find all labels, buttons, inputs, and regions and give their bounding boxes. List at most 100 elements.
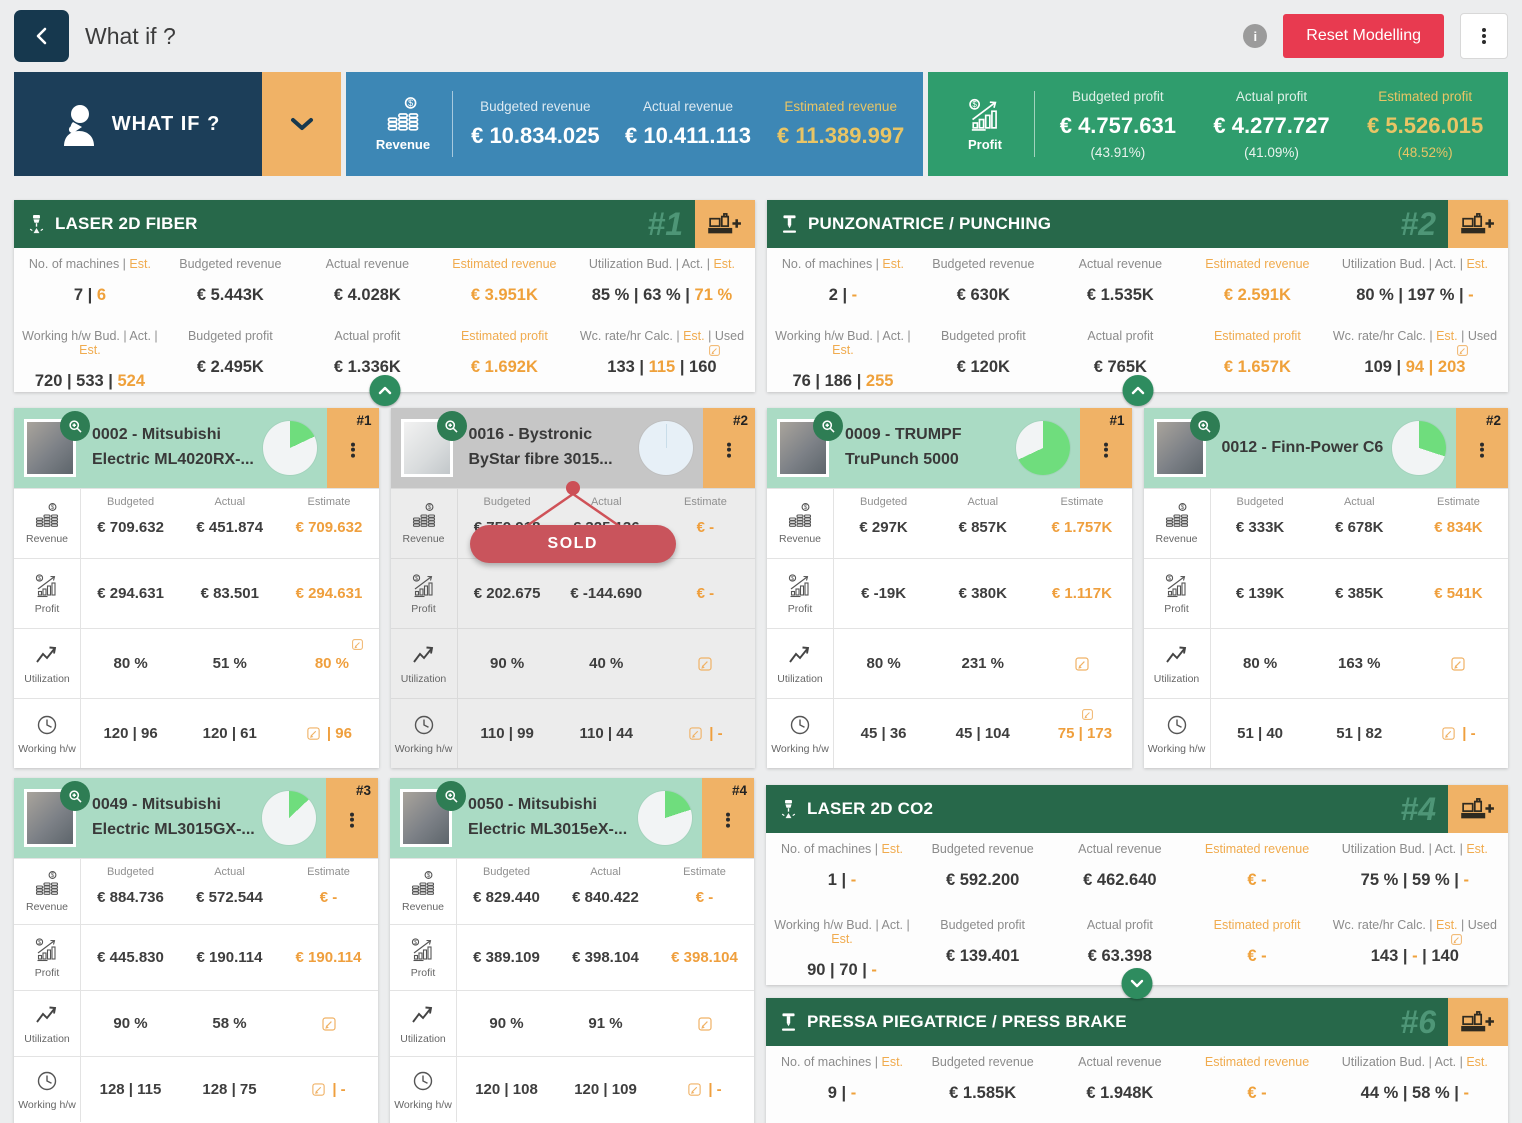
top-bar: What if ? Reset Modelling (0, 0, 1522, 72)
add-machine-button[interactable] (1448, 998, 1508, 1046)
panel-rank-badge: #4 (1400, 793, 1448, 825)
estimated-profit: Estimated profit € 5.526.015 (48.52%) (1348, 89, 1502, 160)
working-hw-row: Working h/w 120 | 108 120 | 109 | - (390, 1056, 754, 1122)
edit-icon[interactable] (1456, 344, 1469, 357)
bottom-row: 0049 - MitsubishiElectric ML3015GX-... #… (14, 778, 1508, 1123)
stat-working-hw: Working h/w Bud. | Act. | Est.720 | 533 … (18, 320, 162, 392)
edit-icon[interactable] (306, 726, 321, 741)
stat-estimated-profit: Estimated profit€ 1.692K (436, 320, 573, 392)
revenue-coins-icon: $Revenue (390, 859, 457, 924)
stat-working-hw: Working h/w Bud. | Act. | Est.90 | 70 | … (770, 909, 914, 985)
panel-rank-badge: #2 (1400, 208, 1448, 240)
stat-actual-profit: Actual profit€ 1.336K (299, 320, 436, 392)
add-machine-button[interactable] (1448, 785, 1508, 833)
info-icon[interactable] (1243, 24, 1267, 48)
edit-icon[interactable] (1081, 708, 1094, 721)
stat-budgeted-revenue: Budgeted revenue€ 592.200 (914, 833, 1051, 909)
utilization-pie-chart (1016, 421, 1070, 475)
stat-wc-rate: Wc. rate/hr Calc. | Est. | Used143 | - |… (1326, 909, 1504, 985)
stat-no-of-machines: No. of machines | Est.7 | 6 (18, 248, 162, 320)
add-machine-button[interactable] (1448, 200, 1508, 248)
collapse-panel-button[interactable] (369, 375, 400, 406)
kebab-menu-icon[interactable] (1104, 441, 1108, 459)
kebab-menu-icon[interactable] (351, 441, 355, 459)
card-rank-badge: #3 (356, 783, 371, 798)
card-rank-badge: #2 (733, 413, 748, 428)
laser-icon (27, 214, 46, 235)
edit-icon[interactable] (321, 1016, 337, 1032)
machine-card-0012: 0012 - Finn-Power C6 #2 $Revenue Budgete… (1144, 408, 1509, 768)
profit-kpi-card: $ Profit Budgeted profit € 4.757.631 (43… (928, 72, 1508, 176)
stat-actual-profit: Actual profit€ 63.398 (1051, 909, 1188, 985)
profit-row: $Profit € 294.631 € 83.501 € 294.631 (14, 558, 379, 628)
kebab-menu-icon[interactable] (350, 811, 354, 829)
kebab-menu-button[interactable] (1460, 13, 1508, 59)
what-if-collapse-button[interactable] (262, 72, 341, 176)
edit-icon[interactable] (1450, 933, 1463, 946)
profit-chart-icon: $Profit (390, 925, 457, 990)
zoom-in-icon[interactable] (1190, 411, 1220, 441)
utilization-row: Utilization 90 % 91 % (390, 990, 754, 1056)
stat-estimated-profit: Estimated profit (1188, 1118, 1325, 1123)
stat-no-of-machines: No. of machines | Est.1 | - (770, 833, 914, 909)
card-rank-badge: #4 (732, 783, 747, 798)
stat-estimated-revenue: Estimated revenue€ - (1188, 833, 1325, 909)
kebab-menu-icon[interactable] (726, 811, 730, 829)
zoom-in-icon[interactable] (60, 781, 90, 811)
stat-actual-revenue: Actual revenue€ 1.535K (1052, 248, 1189, 320)
utilization-row: Utilization 80 % 231 % (767, 628, 1132, 698)
kebab-menu-icon[interactable] (1480, 441, 1484, 459)
stat-wc-rate: Wc. rate/hr Calc. | Est. | Used109 | 94 … (1326, 320, 1504, 392)
profit-row: $Profit € 389.109 € 398.104 € 398.104 (390, 924, 754, 990)
zoom-in-icon[interactable] (60, 411, 90, 441)
budgeted-profit: Budgeted profit € 4.757.631 (43.91%) (1041, 89, 1195, 160)
edit-icon[interactable] (697, 656, 713, 672)
collapse-panel-button[interactable] (1122, 375, 1153, 406)
what-if-label: WHAT IF ? (112, 113, 221, 136)
machine-card-0009: 0009 - TRUMPFTruPunch 5000 #1 $Revenue B… (767, 408, 1132, 768)
revenue-row: $Revenue Budgeted€ 829.440 Actual€ 840.4… (390, 858, 754, 924)
clock-icon: Working h/w (390, 1057, 457, 1122)
zoom-in-icon[interactable] (436, 781, 466, 811)
machine-card-0050: 0050 - MitsubishiElectric ML3015eX-... #… (390, 778, 754, 1123)
machine-cards-row: 0002 - MitsubishiElectric ML4020RX-... #… (14, 408, 1508, 768)
edit-icon[interactable] (1441, 726, 1456, 741)
actual-profit: Actual profit € 4.277.727 (41.09%) (1195, 89, 1349, 160)
revenue-row: $Revenue Budgeted€ 297K Actual€ 857K Est… (767, 488, 1132, 558)
stat-budgeted-revenue: Budgeted revenue€ 5.443K (162, 248, 299, 320)
reset-modelling-button[interactable]: Reset Modelling (1283, 14, 1444, 58)
card-rank-badge: #1 (1109, 413, 1124, 428)
edit-icon[interactable] (1450, 656, 1466, 672)
clock-icon: Working h/w (767, 699, 834, 768)
machine-card-0002: 0002 - MitsubishiElectric ML4020RX-... #… (14, 408, 379, 768)
revenue-coins-icon: $Revenue (767, 489, 834, 558)
punch-icon (779, 1012, 798, 1033)
edit-icon[interactable] (708, 344, 721, 357)
revenue-coins-icon: $Revenue (1144, 489, 1211, 558)
utilization-pie-chart (638, 791, 692, 845)
edit-icon[interactable] (687, 1082, 702, 1097)
stat-actual-profit: Actual profit (1051, 1118, 1188, 1123)
utilization-row: Utilization 80 % 51 % 80 % (14, 628, 379, 698)
edit-icon[interactable] (311, 1082, 326, 1097)
add-machine-button[interactable] (695, 200, 755, 248)
revenue-kpi-card: $ Revenue Budgeted revenue € 10.834.025 … (346, 72, 923, 176)
stat-utilization: Utilization Bud. | Act. | Est.75 % | 59 … (1326, 833, 1504, 909)
edit-icon[interactable] (1074, 656, 1090, 672)
punch-icon (780, 214, 799, 235)
revenue-row: $Revenue Budgeted€ 709.632 Actual€ 451.8… (14, 488, 379, 558)
svg-text:$: $ (1168, 576, 1171, 582)
edit-icon[interactable] (688, 726, 703, 741)
back-button[interactable] (14, 10, 69, 62)
expand-panel-button[interactable] (1122, 968, 1153, 999)
edit-icon[interactable] (351, 638, 364, 651)
edit-icon[interactable] (697, 1016, 713, 1032)
clock-icon: Working h/w (391, 699, 458, 768)
zoom-in-icon[interactable] (437, 411, 467, 441)
stat-no-of-machines: No. of machines | Est.2 | - (771, 248, 915, 320)
zoom-in-icon[interactable] (813, 411, 843, 441)
chevron-left-icon (34, 25, 50, 47)
category-panel-press-brake: PRESSA PIEGATRICE / PRESS BRAKE #6 No. o… (766, 998, 1508, 1123)
stat-actual-revenue: Actual revenue€ 1.948K (1051, 1046, 1188, 1118)
kebab-menu-icon[interactable] (727, 441, 731, 459)
